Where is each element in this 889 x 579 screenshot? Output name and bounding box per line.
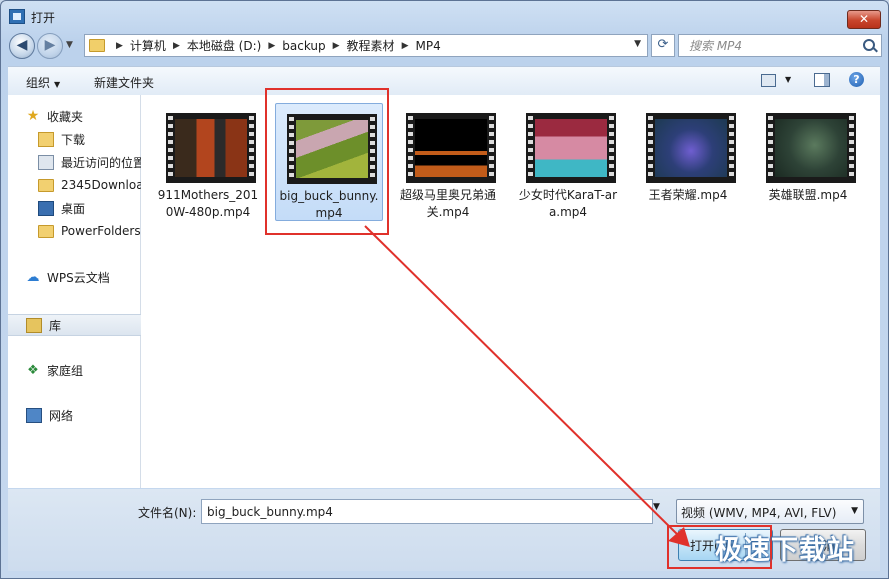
annotation-arrow bbox=[364, 225, 690, 547]
watermark-text: 极速下载站 bbox=[715, 535, 855, 566]
